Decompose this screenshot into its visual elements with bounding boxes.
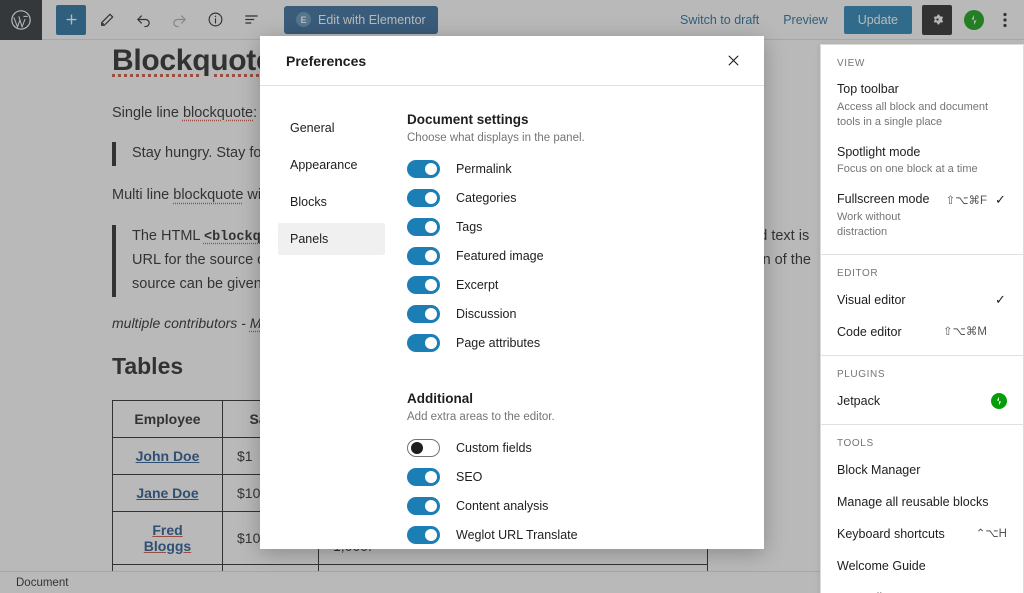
jetpack-icon [991,392,1007,409]
menu-item-description: Focus on one block at a time [837,163,978,176]
menu-item-keyboard-shortcuts[interactable]: Keyboard shortcuts ⌃⌥H [821,519,1023,551]
section-title-additional: Additional [407,391,473,406]
menu-section-label-plugins: PLUGINS [837,368,886,380]
editor-options-menu: VIEW Top toolbar Access all block and do… [820,44,1024,593]
preferences-panel-content: Document settings Choose what displays i… [385,112,764,549]
pref-row-tags: Tags [407,218,736,236]
menu-item-jetpack[interactable]: Jetpack [821,386,1023,418]
pref-row-custom-fields: Custom fields [407,439,736,457]
pref-row-permalink: Permalink [407,160,736,178]
menu-item-label: Fullscreen mode [837,192,930,207]
menu-item-manage-reusable-blocks[interactable]: Manage all reusable blocks [821,487,1023,519]
preferences-modal: Preferences General Appearance Blocks Pa… [260,36,764,549]
menu-item-label: Block Manager [837,462,921,477]
pref-row-featured-image: Featured image [407,247,736,265]
menu-item-shortcut: ⌃⌥H [975,527,1007,540]
menu-item-visual-editor[interactable]: Visual editor ✓ [821,285,1023,317]
section-description-additional: Add extra areas to the editor. [407,411,555,423]
menu-item-top-toolbar[interactable]: Top toolbar Access all block and documen… [821,75,1023,138]
checkmark-icon: ✓ [995,291,1006,307]
menu-item-description: Work without distraction [837,211,901,238]
toggle-featured-image[interactable] [407,247,440,265]
pref-label: SEO [456,470,483,484]
preferences-nav: General Appearance Blocks Panels [260,112,385,549]
pref-row-page-attributes: Page attributes [407,334,736,352]
toggle-seo[interactable] [407,468,440,486]
menu-item-shortcut: ⇧⌥⌘F [945,195,987,208]
menu-item-label: Visual editor [837,292,906,307]
menu-item-label: Keyboard shortcuts [837,526,945,541]
toggle-permalink[interactable] [407,160,440,178]
pref-row-content-analysis: Content analysis [407,497,736,515]
toggle-custom-fields[interactable] [407,439,440,457]
menu-item-label: Spotlight mode [837,144,921,159]
tab-panels[interactable]: Panels [278,223,385,255]
pref-row-discussion: Discussion [407,305,736,323]
pref-label: Discussion [456,307,517,321]
pref-label: Content analysis [456,499,549,513]
modal-body: General Appearance Blocks Panels Documen… [260,86,764,549]
menu-item-label: Code editor [837,324,902,339]
pref-label: Permalink [456,162,512,176]
menu-item-block-manager[interactable]: Block Manager [821,455,1023,487]
menu-item-label: Top toolbar [837,82,899,96]
close-icon[interactable] [716,44,750,78]
toggle-excerpt[interactable] [407,276,440,294]
menu-item-fullscreen-mode[interactable]: Fullscreen mode Work without distraction… [821,185,1023,248]
menu-item-code-editor[interactable]: Code editor ⇧⌥⌘M [821,317,1023,349]
checkmark-icon: ✓ [995,192,1006,208]
menu-section-label-tools: TOOLS [837,437,874,449]
pref-row-weglot-url-translate: Weglot URL Translate [407,526,736,544]
pref-row-seo: SEO [407,468,736,486]
pref-label: Weglot URL Translate [456,528,578,542]
section-description-document-settings: Choose what displays in the panel. [407,132,585,144]
toggle-discussion[interactable] [407,305,440,323]
tab-general[interactable]: General [278,112,385,144]
modal-title: Preferences [286,52,367,69]
wordpress-block-editor: Blockquotes Single line blockquote: Stay… [0,0,1024,593]
menu-item-description: Access all block and document tools in a… [837,100,989,128]
menu-item-welcome-guide[interactable]: Welcome Guide [821,551,1023,583]
pref-label: Tags [456,220,483,234]
toggle-categories[interactable] [407,189,440,207]
modal-header: Preferences [260,36,764,86]
menu-item-label: Manage all reusable blocks [837,494,989,509]
menu-item-copy-all-content[interactable]: Copy all content [821,583,1023,593]
pref-row-categories: Categories [407,189,736,207]
pref-row-excerpt: Excerpt [407,276,736,294]
tab-appearance[interactable]: Appearance [278,149,385,181]
menu-item-shortcut: ⇧⌥⌘M [943,325,987,338]
menu-item-spotlight-mode[interactable]: Spotlight mode Focus on one block at a t… [821,138,1023,186]
toggle-tags[interactable] [407,218,440,236]
menu-item-label: Welcome Guide [837,558,926,573]
toggle-weglot-url-translate[interactable] [407,526,440,544]
pref-label: Custom fields [456,441,532,455]
pref-label: Excerpt [456,278,499,292]
menu-item-label: Jetpack [837,393,881,408]
tab-blocks[interactable]: Blocks [278,186,385,218]
menu-section-label-view: VIEW [837,58,865,69]
toggle-page-attributes[interactable] [407,334,440,352]
pref-label: Categories [456,191,517,205]
toggle-content-analysis[interactable] [407,497,440,515]
pref-label: Featured image [456,249,544,263]
pref-label: Page attributes [456,336,541,350]
section-title-document-settings: Document settings [407,112,529,127]
menu-section-label-editor: EDITOR [837,267,879,279]
